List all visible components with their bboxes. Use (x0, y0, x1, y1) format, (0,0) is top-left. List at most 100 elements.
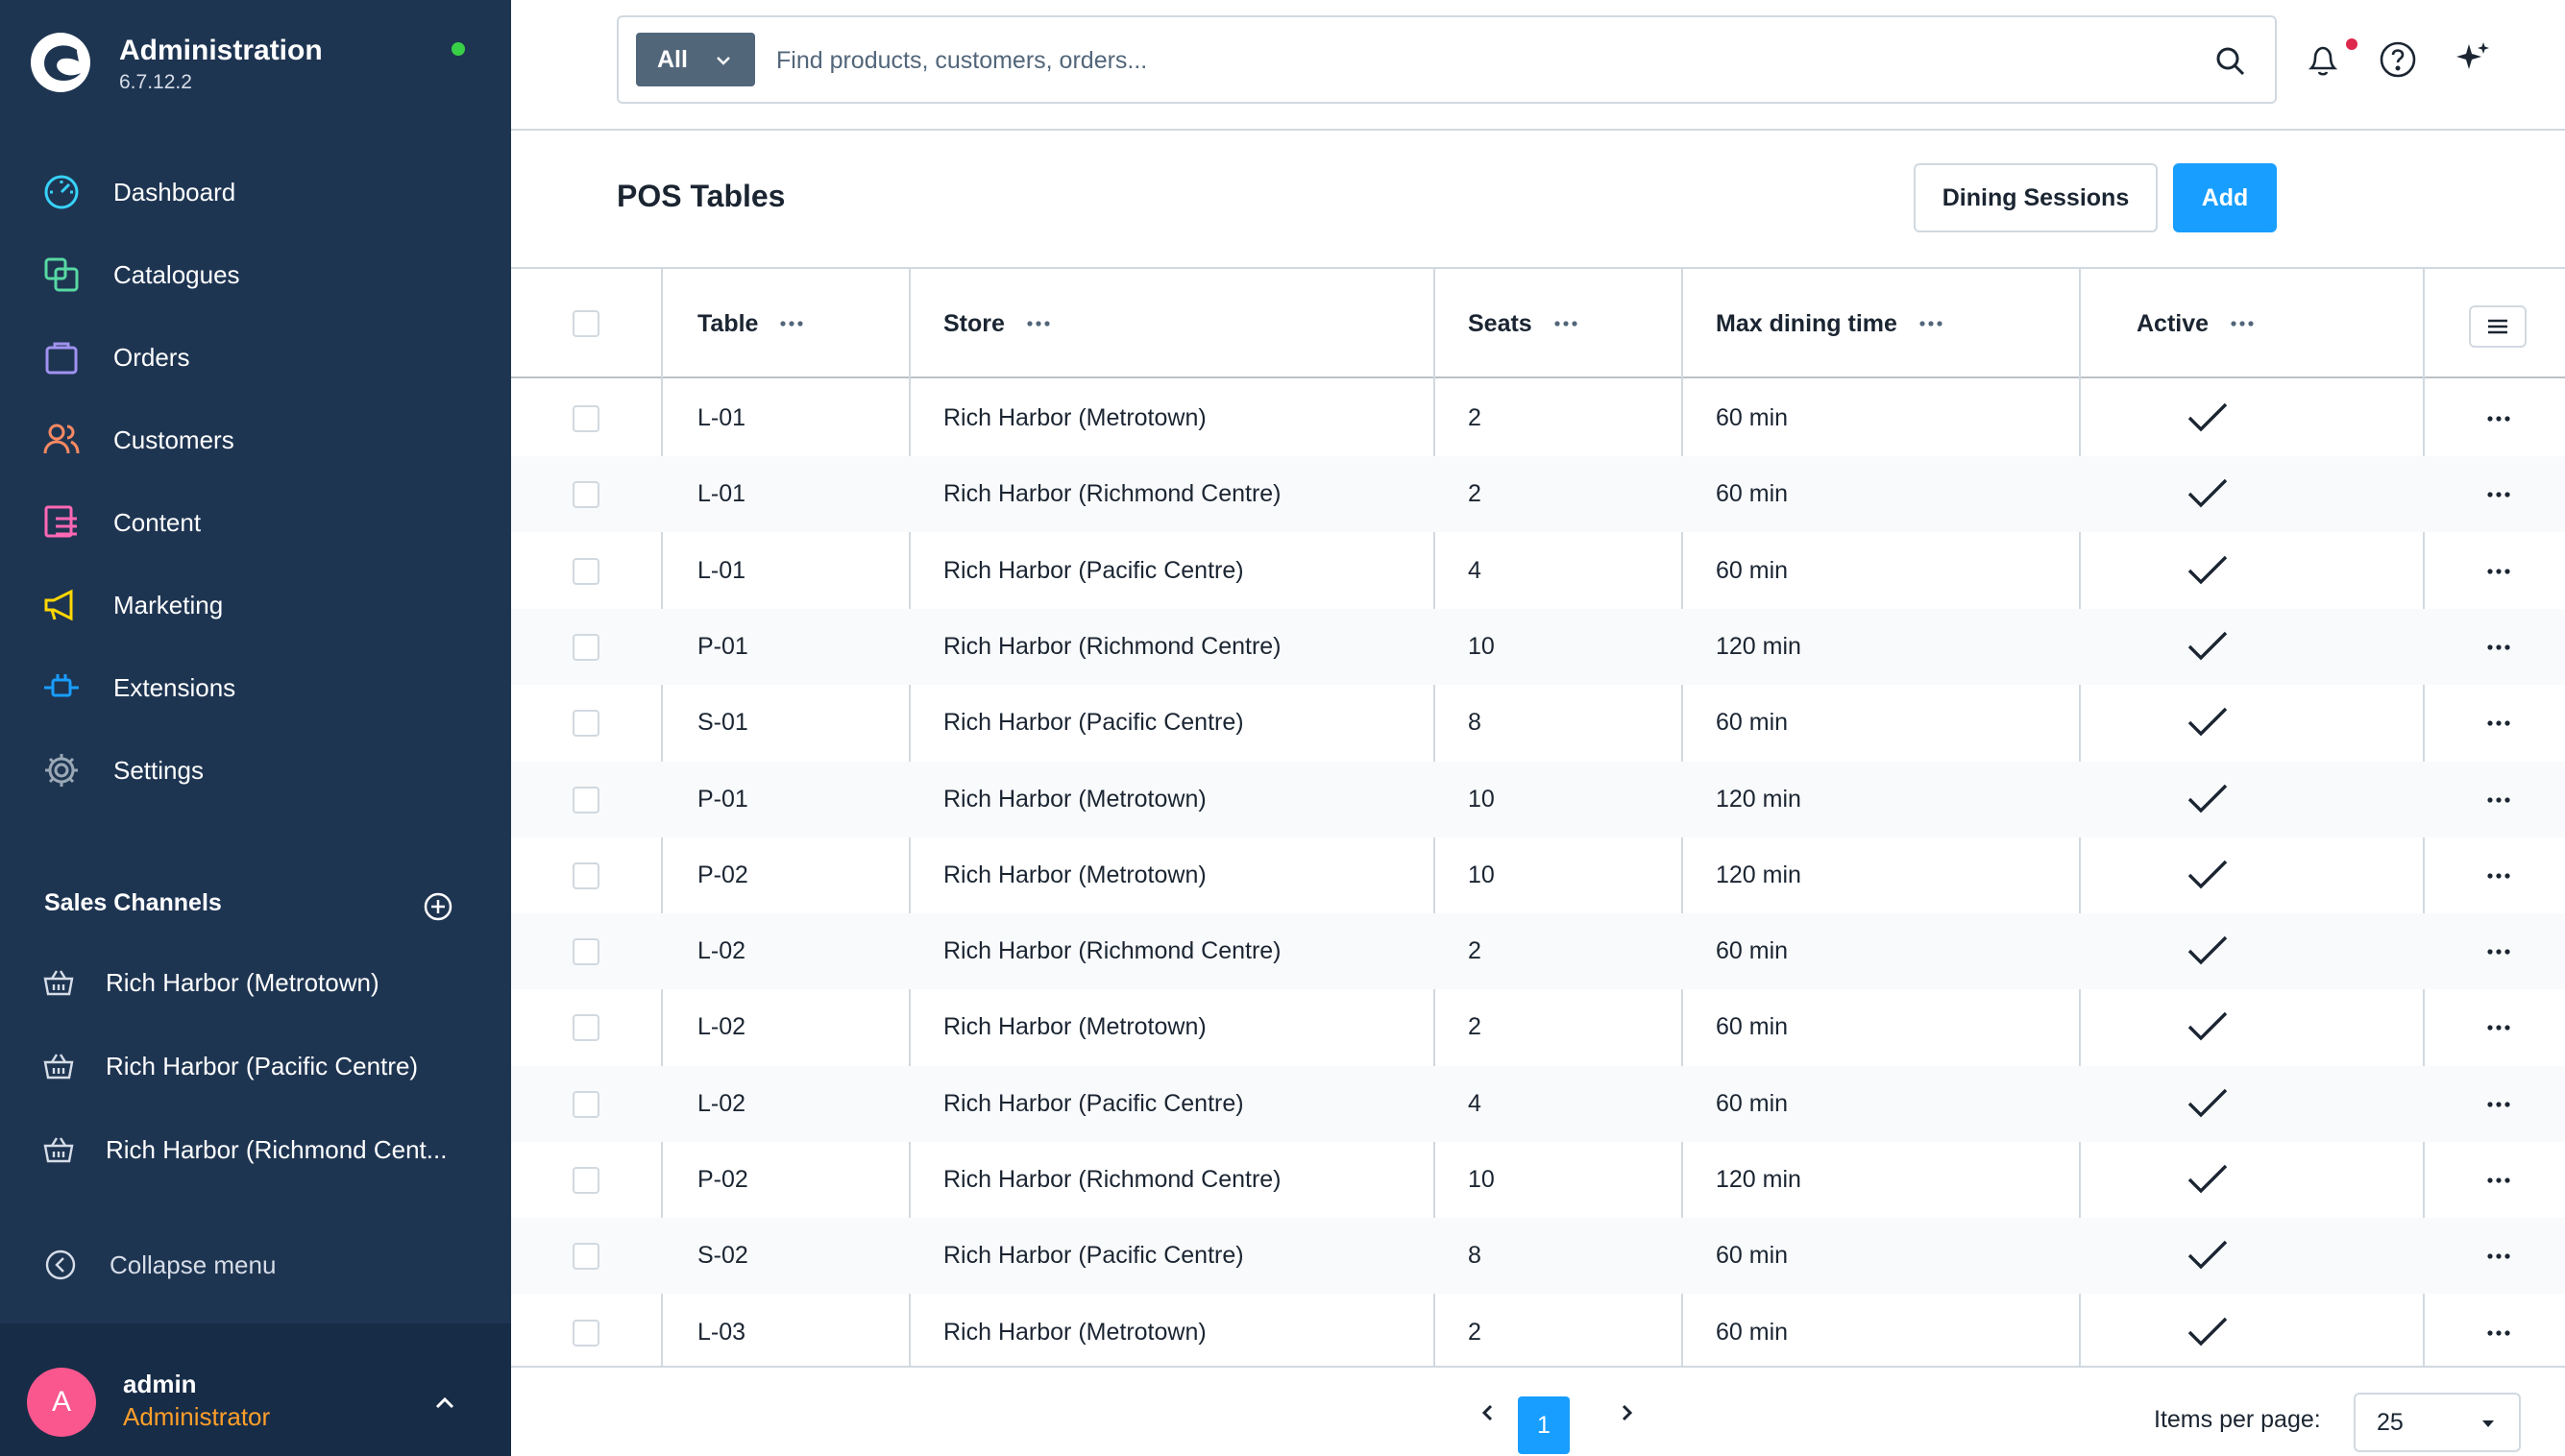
row-actions-icon[interactable] (2486, 1101, 2511, 1108)
row-actions-icon[interactable] (2486, 1024, 2511, 1031)
grid-header: Table Store Seats Max dining time Active (511, 269, 2565, 378)
sidebar-item-customers[interactable]: Customers (0, 401, 511, 478)
row-checkbox[interactable] (573, 861, 599, 889)
bell-icon[interactable] (2302, 38, 2344, 81)
row-actions-icon[interactable] (2486, 1177, 2511, 1184)
cell-table[interactable]: L-02 (697, 989, 745, 1065)
page-number-current[interactable]: 1 (1518, 1396, 1570, 1454)
row-checkbox[interactable] (573, 1090, 599, 1118)
shopware-logo-icon[interactable] (29, 31, 92, 94)
row-actions-icon[interactable] (2486, 719, 2511, 727)
sidebar-item-settings[interactable]: Settings (0, 732, 511, 809)
table-row[interactable]: P-01 Rich Harbor (Richmond Centre) 10 120 m… (511, 608, 2565, 685)
help-icon[interactable] (2377, 38, 2419, 81)
sales-channel-item[interactable]: Rich Harbor (Metrotown) (0, 947, 511, 1018)
table-row[interactable]: L-01 Rich Harbor (Pacific Centre) 4 60 min (511, 533, 2565, 609)
row-actions-icon[interactable] (2486, 643, 2511, 651)
table-row[interactable]: S-01 Rich Harbor (Pacific Centre) 8 60 min (511, 685, 2565, 761)
sidebar-item-orders[interactable]: Orders (0, 319, 511, 396)
row-actions-icon[interactable] (2486, 415, 2511, 423)
row-actions-icon[interactable] (2486, 1252, 2511, 1260)
cell-max-dining-time: 60 min (1716, 404, 1789, 431)
cell-table[interactable]: P-02 (697, 837, 748, 913)
row-checkbox[interactable] (573, 405, 599, 432)
table-row[interactable]: L-03 Rich Harbor (Metrotown) 2 60 min (511, 1295, 2565, 1371)
table-row[interactable]: S-02 Rich Harbor (Pacific Centre) 8 60 min (511, 1218, 2565, 1295)
grid-settings-button[interactable] (2469, 305, 2527, 348)
row-actions-icon[interactable] (2486, 491, 2511, 498)
cell-table[interactable]: L-02 (697, 913, 745, 989)
table-row[interactable]: L-01 Rich Harbor (Richmond Centre) 2 60 min (511, 456, 2565, 533)
cell-table[interactable]: P-01 (697, 609, 748, 685)
row-checkbox[interactable] (573, 1243, 599, 1271)
row-checkbox[interactable] (573, 786, 599, 813)
more-icon[interactable] (2230, 320, 2255, 328)
sidebar-item-dashboard[interactable]: Dashboard (0, 154, 511, 231)
row-checkbox[interactable] (573, 1167, 599, 1194)
table-row[interactable]: L-01 Rich Harbor (Metrotown) 2 60 min (511, 380, 2565, 456)
table-row[interactable]: L-02 Rich Harbor (Pacific Centre) 4 60 min (511, 1065, 2565, 1142)
column-header-active[interactable]: Active (2137, 269, 2255, 378)
cell-store: Rich Harbor (Metrotown) (943, 1013, 1207, 1041)
more-icon[interactable] (1026, 320, 1051, 328)
cell-table[interactable]: L-02 (697, 1066, 745, 1142)
table-row[interactable]: P-02 Rich Harbor (Metrotown) 10 120 min (511, 837, 2565, 913)
cell-table[interactable]: S-01 (697, 685, 748, 761)
next-page-icon[interactable] (1610, 1396, 1643, 1429)
user-profile[interactable]: A admin Administrator (0, 1323, 511, 1456)
ai-sparkle-icon[interactable] (2452, 38, 2494, 81)
column-header-store[interactable]: Store (943, 269, 1051, 378)
table-row[interactable]: L-02 Rich Harbor (Richmond Centre) 2 60 min (511, 913, 2565, 990)
cell-table[interactable]: L-01 (697, 380, 745, 456)
dining-sessions-button[interactable]: Dining Sessions (1914, 163, 2158, 232)
row-checkbox[interactable] (573, 481, 599, 509)
cell-seats: 4 (1468, 556, 1481, 584)
sales-channel-label: Rich Harbor (Metrotown) (106, 967, 379, 997)
more-icon[interactable] (1553, 320, 1578, 328)
sales-channel-item[interactable]: Rich Harbor (Pacific Centre) (0, 1031, 511, 1102)
search-type-dropdown[interactable]: All (636, 33, 755, 86)
sidebar-item-catalogues[interactable]: Catalogues (0, 236, 511, 313)
more-icon[interactable] (1918, 320, 1943, 328)
more-icon[interactable] (779, 320, 804, 328)
column-header-table[interactable]: Table (697, 269, 804, 378)
table-row[interactable]: P-01 Rich Harbor (Metrotown) 10 120 min (511, 761, 2565, 837)
cell-table[interactable]: L-01 (697, 456, 745, 532)
sidebar-item-label: Extensions (113, 672, 236, 702)
select-all-checkbox[interactable] (573, 310, 599, 337)
table-row[interactable]: L-02 Rich Harbor (Metrotown) 2 60 min (511, 989, 2565, 1065)
sidebar-item-marketing[interactable]: Marketing (0, 567, 511, 643)
sidebar-item-content[interactable]: Content (0, 484, 511, 561)
row-checkbox[interactable] (573, 938, 599, 966)
column-header-seats[interactable]: Seats (1468, 269, 1578, 378)
items-per-page-select[interactable]: 25 (2354, 1393, 2521, 1452)
cell-table[interactable]: P-02 (697, 1142, 748, 1218)
row-actions-icon[interactable] (2486, 796, 2511, 804)
row-actions-icon[interactable] (2486, 948, 2511, 956)
row-checkbox[interactable] (573, 633, 599, 661)
row-actions-icon[interactable] (2486, 568, 2511, 575)
cell-table[interactable]: P-01 (697, 762, 748, 837)
row-checkbox[interactable] (573, 557, 599, 585)
collapse-menu-button[interactable]: Collapse menu (0, 1231, 511, 1298)
row-checkbox[interactable] (573, 710, 599, 738)
row-actions-icon[interactable] (2486, 872, 2511, 880)
search-icon[interactable] (2213, 44, 2248, 79)
sidebar-item-extensions[interactable]: Extensions (0, 649, 511, 726)
cell-table[interactable]: L-01 (697, 533, 745, 609)
cell-table[interactable]: L-03 (697, 1295, 745, 1371)
table-row[interactable]: P-02 Rich Harbor (Richmond Centre) 10 120 m… (511, 1142, 2565, 1218)
search-input[interactable] (776, 35, 2160, 86)
checkmark-icon (2187, 402, 2228, 432)
add-button[interactable]: Add (2173, 163, 2277, 232)
sales-channel-item[interactable]: Rich Harbor (Richmond Cent... (0, 1114, 511, 1185)
cell-table[interactable]: S-02 (697, 1218, 748, 1294)
row-actions-icon[interactable] (2486, 1329, 2511, 1337)
previous-page-icon[interactable] (1472, 1396, 1504, 1429)
add-sales-channel-icon[interactable] (423, 891, 453, 922)
row-checkbox[interactable] (573, 1014, 599, 1042)
checkmark-icon (2187, 1164, 2228, 1194)
column-header-max-dining-time[interactable]: Max dining time (1716, 269, 1943, 378)
chevron-up-icon[interactable] (428, 1387, 461, 1420)
row-checkbox[interactable] (573, 1319, 599, 1347)
